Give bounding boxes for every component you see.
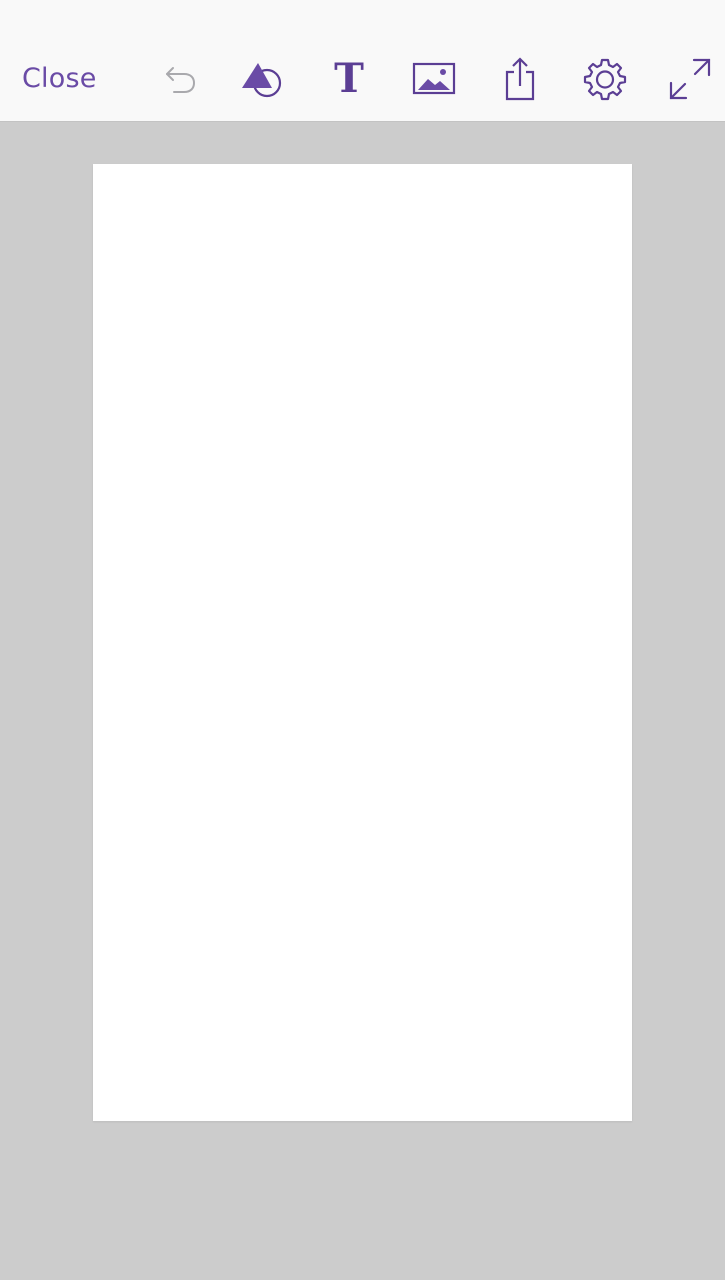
- undo-button[interactable]: [157, 56, 203, 102]
- text-button[interactable]: T: [326, 56, 372, 102]
- shapes-icon: [242, 63, 282, 98]
- text-icon: T: [334, 55, 364, 102]
- artboard-canvas[interactable]: [93, 164, 632, 1121]
- image-icon: [412, 62, 456, 95]
- shapes-button[interactable]: [240, 56, 286, 102]
- top-toolbar: Close T: [0, 0, 725, 122]
- gear-icon: [583, 58, 627, 101]
- expand-icon: [669, 58, 711, 100]
- close-button[interactable]: Close: [22, 58, 97, 100]
- image-button[interactable]: [411, 56, 457, 102]
- undo-icon: [166, 67, 196, 93]
- share-button[interactable]: [497, 56, 543, 102]
- workspace: [0, 122, 725, 1280]
- expand-button[interactable]: [667, 56, 713, 102]
- share-icon: [505, 57, 535, 101]
- settings-button[interactable]: [582, 56, 628, 102]
